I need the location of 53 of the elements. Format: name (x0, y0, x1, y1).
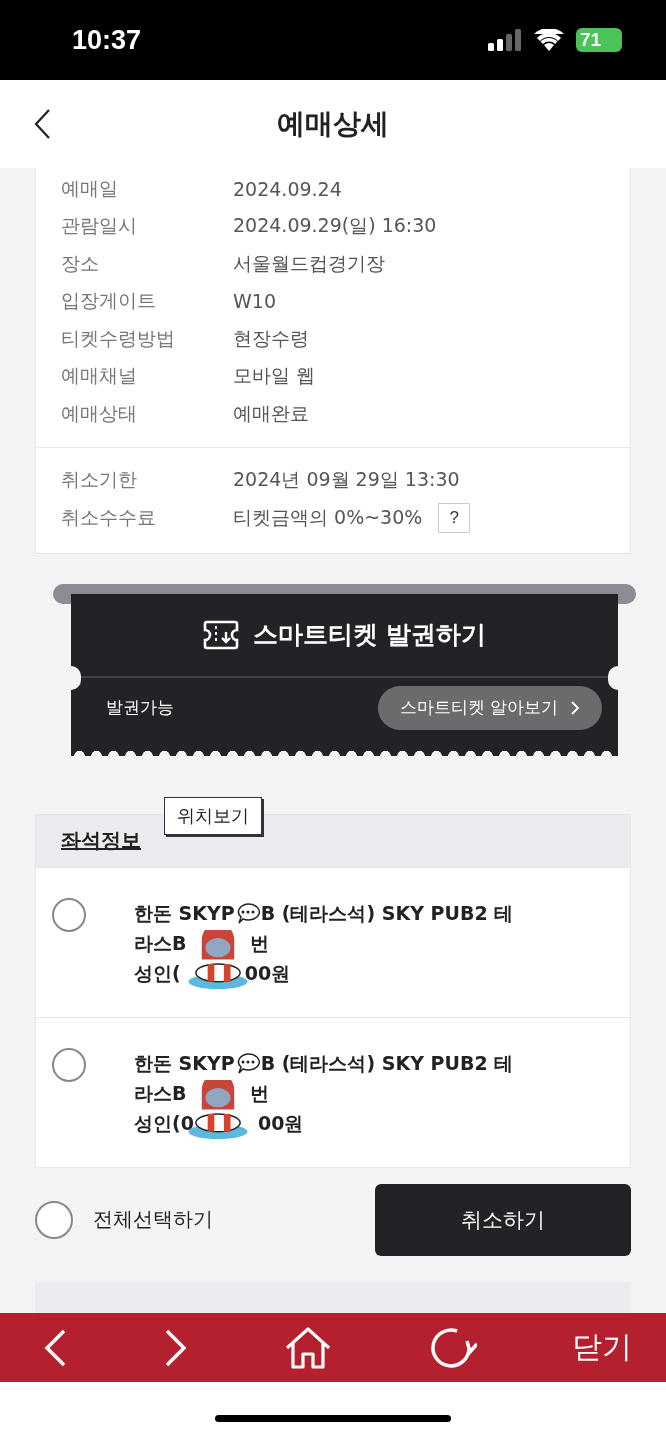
info-label: 예매채널 (61, 363, 138, 389)
info-value: 2024.09.29(일) 16:30 (233, 213, 437, 239)
info-value: 현장수령 (233, 325, 309, 351)
cancel-button[interactable]: 취소하기 (375, 1183, 631, 1256)
seat-name: B (테라스석) SKY PUB2 테 (260, 1050, 514, 1076)
info-label: 장소 (61, 250, 100, 276)
info-label: 티켓수령방법 (61, 325, 176, 351)
status-time: 10:37 (72, 24, 142, 56)
info-value: 2024.09.24 (233, 177, 342, 200)
wifi-icon (534, 29, 564, 51)
info-label: 취소기한 (61, 467, 138, 493)
seat-number: 번 (250, 1080, 270, 1106)
seat-number: 라스B (134, 930, 187, 956)
info-value: 모바일 웹 (233, 363, 316, 389)
back-icon[interactable] (42, 1327, 68, 1368)
info-label: 관람일시 (61, 213, 138, 239)
seat-price: 00원 (244, 960, 291, 986)
radio-button[interactable] (52, 1047, 86, 1082)
location-tooltip[interactable]: 위치보기 (164, 796, 262, 835)
info-label: 예매상태 (61, 400, 138, 426)
seat-number: 번 (250, 930, 270, 956)
seat-price: 00원 (257, 1110, 304, 1136)
radio-button[interactable] (35, 1200, 73, 1239)
ticket-title[interactable]: 스마트티켓 발권하기 (252, 618, 487, 651)
chevron-right-icon (570, 699, 580, 716)
page-title: 예매상세 (277, 106, 389, 142)
select-all-label[interactable]: 전체선택하기 (93, 1206, 213, 1233)
smart-ticket-info-button[interactable]: 스마트티켓 알아보기 (377, 685, 602, 730)
seat-name: 한돈 SKYP (134, 1050, 235, 1076)
info-value: 티켓금액의 0%~30% (233, 504, 423, 530)
help-button[interactable]: ? (438, 502, 471, 533)
seat-price: 성인(0 (134, 1110, 194, 1136)
ticket-status: 발권가능 (106, 696, 174, 719)
signal-icon (488, 29, 522, 51)
info-value: 서울월드컵경기장 (233, 250, 385, 276)
info-value: W10 (233, 290, 276, 313)
battery-icon: 71 (576, 28, 622, 52)
info-label: 예매일 (61, 175, 119, 201)
seat-price: 성인( (134, 960, 181, 986)
info-value: 2024년 09월 29일 13:30 (233, 467, 460, 493)
home-icon[interactable] (284, 1325, 332, 1370)
radio-button[interactable] (52, 897, 86, 932)
seat-name: B (테라스석) SKY PUB2 테 (260, 900, 514, 926)
back-icon[interactable] (33, 108, 51, 140)
section-title: 좌석정보 (61, 827, 141, 854)
seat-number: 라스B (134, 1080, 187, 1106)
forward-icon[interactable] (163, 1327, 189, 1368)
close-button[interactable]: 닫기 (572, 1327, 632, 1368)
info-label: 입장게이트 (61, 288, 157, 314)
seat-name: 한돈 SKYP (134, 900, 235, 926)
info-label: 취소수수료 (61, 504, 157, 530)
ticket-icon (202, 619, 239, 650)
info-value: 예매완료 (233, 400, 309, 426)
